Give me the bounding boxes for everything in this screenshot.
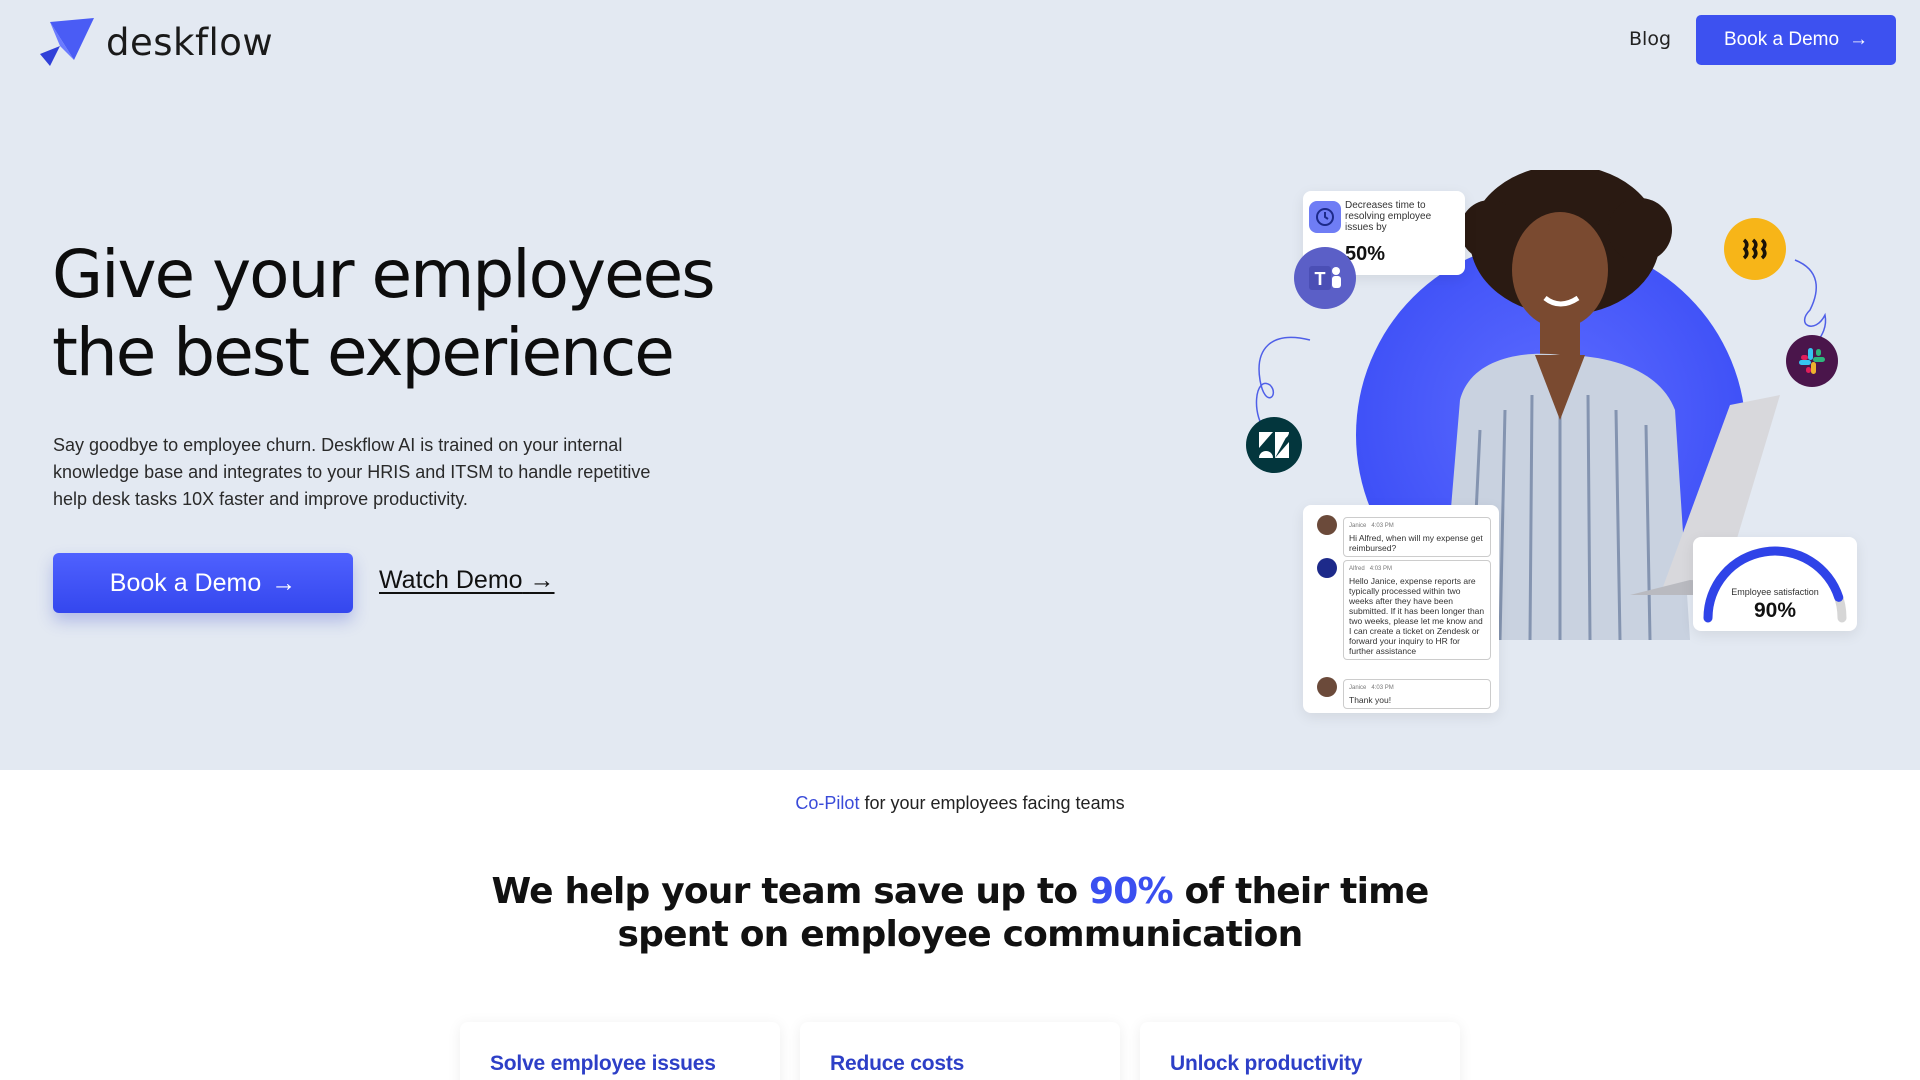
section-title: We help your team save up to 90% of thei…: [460, 870, 1460, 956]
avatar: [1317, 677, 1337, 697]
hero-title-line1: Give your employees: [52, 236, 716, 313]
feature-card-reduce-costs[interactable]: Reduce costs: [800, 1022, 1120, 1080]
nav-blog-link[interactable]: Blog: [1629, 28, 1671, 50]
chat-text: Hi Alfred, when will my expense get reim…: [1349, 533, 1483, 553]
chat-sender: Alfred: [1349, 566, 1365, 572]
stat-card-text: Decreases time to resolving employee iss…: [1345, 200, 1432, 233]
deskflow-logo-icon: [40, 18, 94, 66]
chat-text: Hello Janice, expense reports are typica…: [1349, 576, 1485, 656]
chat-text: Thank you!: [1349, 695, 1392, 705]
chat-sender: Janice: [1349, 685, 1367, 691]
zendesk-icon: [1246, 417, 1302, 473]
hero-book-demo-label: Book a Demo: [109, 568, 262, 597]
section-title-accent: 90%: [1089, 871, 1174, 912]
teams-icon: T: [1294, 247, 1356, 309]
rippling-icon: [1724, 218, 1786, 280]
slack-icon: [1786, 335, 1838, 387]
copilot-rest: for your employees facing teams: [859, 793, 1125, 813]
satisfaction-value: 90%: [1753, 599, 1797, 622]
hero-illustration: Decreases time to resolving employee iss…: [1240, 150, 1870, 720]
arrow-right-icon: →: [1849, 29, 1869, 50]
arrow-right-icon: →: [271, 568, 297, 597]
feature-title: Reduce costs: [830, 1052, 965, 1075]
chat-time: 4:03 PM: [1371, 685, 1394, 691]
nav-book-demo-label: Book a Demo: [1723, 29, 1840, 50]
brand-name: deskflow: [106, 20, 274, 64]
section-title-pre: We help your team save up to: [491, 871, 1090, 912]
arrow-right-icon: →: [529, 566, 555, 594]
chat-time: 4:03 PM: [1369, 566, 1393, 572]
copilot-accent: Co-Pilot: [795, 793, 860, 813]
chat-time: 4:03 PM: [1371, 523, 1394, 529]
feature-title: Solve employee issues: [490, 1052, 716, 1075]
satisfaction-card: Employee satisfaction 90%: [1693, 537, 1857, 631]
avatar: [1317, 515, 1337, 535]
copilot-tagline: Co-Pilot for your employees facing teams: [0, 793, 1920, 814]
hero-title: Give your employees the best experience: [52, 236, 772, 392]
chat-bubble: Janice 4:03 PM Thank you!: [1343, 679, 1491, 709]
feature-card-solve-issues[interactable]: Solve employee issues: [460, 1022, 780, 1080]
nav-book-demo-button[interactable]: Book a Demo →: [1696, 15, 1896, 65]
chat-card: Janice 4:03 PM Hi Alfred, when will my e…: [1303, 505, 1499, 713]
bot-avatar: [1317, 558, 1337, 578]
feature-title: Unlock productivity: [1170, 1052, 1363, 1075]
chat-sender: Janice: [1349, 523, 1367, 529]
svg-text:T: T: [1315, 269, 1326, 289]
watch-demo-label: Watch Demo: [379, 566, 523, 594]
chat-bubble: Alfred 4:03 PM Hello Janice, expense rep…: [1343, 560, 1491, 660]
hero-title-line2: the best experience: [52, 314, 675, 391]
feature-card-unlock-productivity[interactable]: Unlock productivity: [1140, 1022, 1460, 1080]
clock-icon: [1309, 201, 1341, 233]
watch-demo-link[interactable]: Watch Demo →: [379, 566, 555, 595]
satisfaction-label: Employee satisfaction: [1731, 587, 1819, 597]
hero-book-demo-button[interactable]: Book a Demo →: [53, 553, 353, 613]
hero-description: Say goodbye to employee churn. Deskflow …: [53, 435, 651, 509]
chat-bubble: Janice 4:03 PM Hi Alfred, when will my e…: [1343, 517, 1491, 557]
brand-logo[interactable]: deskflow: [38, 16, 273, 68]
